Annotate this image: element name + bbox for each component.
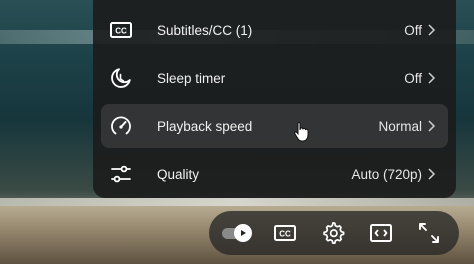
chevron-right-icon <box>428 168 436 180</box>
menu-item-playback-speed[interactable]: Playback speed Normal <box>101 104 448 148</box>
svg-text:CC: CC <box>115 27 127 36</box>
subtitles-icon: CC <box>109 18 133 42</box>
hand-pointer-icon <box>294 122 309 142</box>
menu-item-value: Off <box>404 22 422 38</box>
svg-text:CC: CC <box>279 230 291 239</box>
sleep-timer-icon <box>109 66 133 90</box>
menu-item-value: Off <box>404 70 422 86</box>
theater-mode-icon <box>370 224 392 242</box>
menu-item-subtitles[interactable]: CC Subtitles/CC (1) Off <box>101 8 448 52</box>
settings-menu: CC Subtitles/CC (1) Off Sleep timer Off <box>93 0 456 198</box>
fullscreen-icon <box>419 223 439 243</box>
autoplay-toggle-icon <box>234 224 252 242</box>
chevron-right-icon <box>428 24 436 36</box>
menu-item-label: Quality <box>157 166 200 182</box>
menu-item-value: Auto (720p) <box>351 166 422 182</box>
player-control-bar: CC <box>209 211 459 255</box>
chevron-right-icon <box>428 120 436 132</box>
playback-speed-icon <box>109 114 133 138</box>
settings-gear-icon <box>323 222 345 244</box>
video-frame-detail <box>0 198 474 206</box>
menu-item-label: Subtitles/CC (1) <box>157 22 253 38</box>
settings-button[interactable] <box>319 219 347 247</box>
theater-mode-button[interactable] <box>367 219 395 247</box>
menu-item-label: Playback speed <box>157 118 253 134</box>
subtitles-icon: CC <box>274 225 296 241</box>
chevron-right-icon <box>428 72 436 84</box>
menu-item-label: Sleep timer <box>157 70 226 86</box>
menu-item-sleep-timer[interactable]: Sleep timer Off <box>101 56 448 100</box>
autoplay-toggle[interactable] <box>222 224 252 242</box>
menu-item-quality[interactable]: Quality Auto (720p) <box>101 152 448 196</box>
fullscreen-button[interactable] <box>415 219 443 247</box>
menu-item-value: Normal <box>378 118 422 134</box>
quality-icon <box>109 162 133 186</box>
subtitles-button[interactable]: CC <box>271 219 299 247</box>
